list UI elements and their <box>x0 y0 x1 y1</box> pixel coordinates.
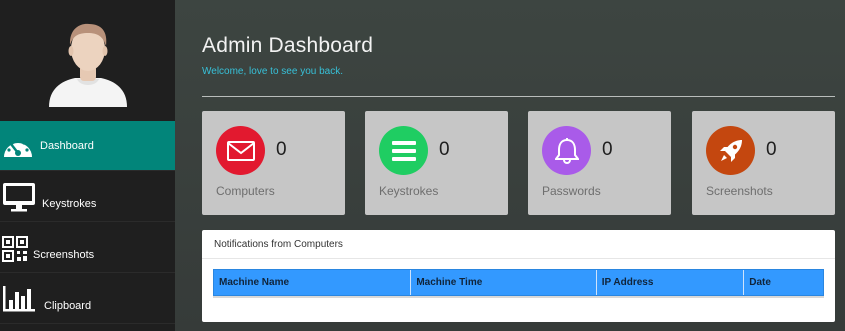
card-icon-badge <box>216 126 265 175</box>
sidebar-item-label: Keystrokes <box>42 198 97 210</box>
card-label: Screenshots <box>706 184 773 198</box>
bell-icon <box>554 137 579 164</box>
card-count: 0 <box>602 139 613 160</box>
qr-code-icon <box>2 236 28 262</box>
stat-card-keystrokes[interactable]: 0 Keystrokes <box>365 111 508 215</box>
column-header-machine-time[interactable]: Machine Time <box>411 270 597 295</box>
sidebar: Dashboard Keystrokes Screenshots Clipboa… <box>0 0 175 331</box>
card-icon-badge <box>379 126 428 175</box>
card-icon-badge <box>706 126 755 175</box>
sidebar-item-clipboard[interactable]: Clipboard <box>0 274 175 324</box>
column-header-machine-name[interactable]: Machine Name <box>214 270 412 295</box>
list-icon <box>391 140 416 161</box>
page-subtitle: Welcome, love to see you back. <box>202 66 343 77</box>
profile-area <box>0 0 175 121</box>
panel-title: Notifications from Computers <box>214 239 343 250</box>
stat-card-passwords[interactable]: 0 Passwords <box>528 111 671 215</box>
column-header-date[interactable]: Date <box>744 270 823 295</box>
card-count: 0 <box>766 139 777 160</box>
card-label: Computers <box>216 184 275 198</box>
sidebar-item-screenshots[interactable]: Screenshots <box>0 223 175 273</box>
sidebar-item-keystrokes[interactable]: Keystrokes <box>0 172 175 222</box>
avatar <box>48 23 127 107</box>
divider <box>202 258 835 259</box>
column-header-ip-address[interactable]: IP Address <box>597 270 745 295</box>
sidebar-item-label: Clipboard <box>44 300 92 312</box>
main-content: Admin Dashboard Welcome, love to see you… <box>175 0 845 331</box>
notifications-table-header: Machine Name Machine Time IP Address Dat… <box>213 269 824 296</box>
bar-chart-icon <box>3 286 35 312</box>
divider <box>202 96 835 97</box>
table-bottom-border <box>213 296 824 298</box>
stat-card-computers[interactable]: 0 Computers <box>202 111 345 215</box>
card-count: 0 <box>276 139 287 160</box>
dashboard-gauge-icon <box>4 138 32 157</box>
card-label: Passwords <box>542 184 601 198</box>
sidebar-item-label: Screenshots <box>33 249 95 261</box>
page-title: Admin Dashboard <box>202 34 374 57</box>
card-label: Keystrokes <box>379 184 439 198</box>
card-icon-badge <box>542 126 591 175</box>
sidebar-item-label: Dashboard <box>40 139 94 152</box>
envelope-icon <box>226 140 255 161</box>
notifications-panel: Notifications from Computers Machine Nam… <box>202 230 835 322</box>
rocket-icon <box>719 139 742 162</box>
card-count: 0 <box>439 139 450 160</box>
stat-card-screenshots[interactable]: 0 Screenshots <box>692 111 835 215</box>
sidebar-item-dashboard[interactable]: Dashboard <box>0 121 175 171</box>
monitor-icon <box>3 183 35 212</box>
